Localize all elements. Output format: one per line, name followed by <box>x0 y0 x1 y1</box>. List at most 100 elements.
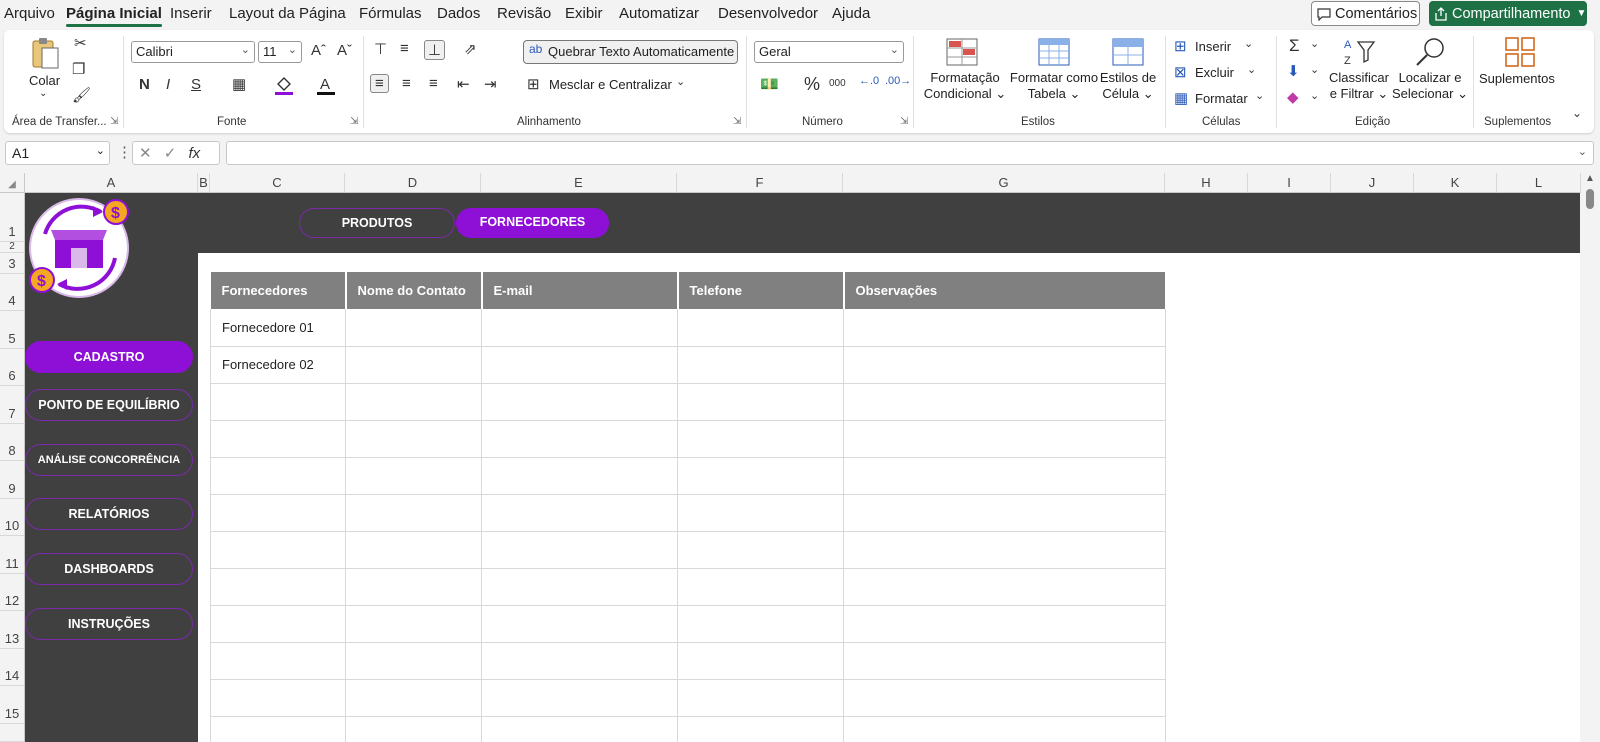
table-cell[interactable] <box>345 568 482 606</box>
clear-icon[interactable]: ◆ <box>1287 88 1299 106</box>
table-cell[interactable] <box>210 568 346 606</box>
worksheet[interactable]: $ $ PRODUTOS FORNECEDORES CADASTRO PONTO… <box>25 193 1580 742</box>
italic-button[interactable]: I <box>166 76 170 93</box>
table-cell[interactable] <box>677 679 844 717</box>
sort-filter-label[interactable]: Classificar e Filtrar ⌄ <box>1327 70 1391 102</box>
column-header-g[interactable]: G <box>843 173 1165 193</box>
row-header-13[interactable]: 13 <box>0 611 25 649</box>
nav-cadastro[interactable]: CADASTRO <box>25 341 193 373</box>
column-header-j[interactable]: J <box>1331 173 1414 193</box>
increase-indent-icon[interactable]: ⇥ <box>484 75 497 93</box>
menu-inserir[interactable]: Inserir <box>170 5 212 22</box>
font-launcher-icon[interactable]: ⇲ <box>350 116 358 127</box>
table-cell[interactable] <box>481 568 678 606</box>
table-cell[interactable] <box>677 531 844 569</box>
table-cell[interactable] <box>843 531 1166 569</box>
table-cell[interactable]: Fornecedore 02 <box>210 346 346 384</box>
table-cell[interactable] <box>210 605 346 643</box>
table-cell[interactable] <box>210 494 346 532</box>
conditional-format-label[interactable]: Formatação Condicional ⌄ <box>922 70 1008 102</box>
fill-color-icon[interactable] <box>274 74 294 96</box>
row-header-3[interactable]: 3 <box>0 253 25 274</box>
vertical-scrollbar[interactable]: ▲ <box>1581 173 1600 742</box>
table-cell[interactable] <box>843 568 1166 606</box>
table-cell[interactable] <box>210 383 346 421</box>
more-options-icon[interactable]: ⋮ <box>117 143 132 161</box>
table-cell[interactable] <box>345 346 482 384</box>
column-header-f[interactable]: F <box>677 173 843 193</box>
menu-automatizar[interactable]: Automatizar <box>619 5 699 22</box>
formula-input[interactable]: ⌄ <box>226 141 1594 165</box>
increase-font-icon[interactable]: Aˆ <box>311 42 326 59</box>
fill-icon[interactable]: ⬇ <box>1287 62 1300 80</box>
row-header-8[interactable]: 8 <box>0 424 25 461</box>
table-cell[interactable] <box>843 420 1166 458</box>
fill-dropdown-icon[interactable]: ⌄ <box>1310 63 1319 76</box>
table-cell[interactable] <box>481 457 678 495</box>
copy-icon[interactable]: ❐ <box>72 60 85 78</box>
sum-icon[interactable]: Σ <box>1289 36 1300 56</box>
table-cell[interactable] <box>843 679 1166 717</box>
menu-exibir[interactable]: Exibir <box>565 5 603 22</box>
table-cell[interactable] <box>210 642 346 680</box>
nav-relatorios[interactable]: RELATÓRIOS <box>25 498 193 530</box>
table-cell[interactable] <box>345 383 482 421</box>
align-top-icon[interactable]: ⊤ <box>374 40 387 58</box>
merge-dropdown-icon[interactable]: ⌄ <box>676 75 685 88</box>
row-header-9[interactable]: 9 <box>0 461 25 499</box>
column-header-c[interactable]: C <box>210 173 345 193</box>
nav-analise-concorrencia[interactable]: ANÁLISE CONCORRÊNCIA <box>25 444 193 476</box>
number-launcher-icon[interactable]: ⇲ <box>900 116 908 127</box>
row-header-2[interactable]: 2 <box>0 241 25 253</box>
increase-decimal-icon[interactable]: ←.0 <box>859 75 879 87</box>
chevron-down-icon[interactable]: ▼ <box>1576 8 1586 19</box>
format-cells-label[interactable]: Formatar <box>1195 91 1248 106</box>
addins-icon[interactable] <box>1504 36 1536 68</box>
table-cell[interactable] <box>677 605 844 643</box>
font-size-select[interactable]: 11 ⌄ <box>258 41 302 63</box>
borders-icon[interactable]: ▦ <box>232 75 246 93</box>
decrease-decimal-icon[interactable]: .00→ <box>885 75 911 87</box>
row-header-15[interactable]: 15 <box>0 686 25 724</box>
table-cell[interactable] <box>210 531 346 569</box>
name-box[interactable]: A1 ⌄ <box>5 141 110 165</box>
table-cell[interactable] <box>481 716 678 742</box>
insert-cells-label[interactable]: Inserir <box>1195 39 1231 54</box>
nav-dashboards[interactable]: DASHBOARDS <box>25 553 193 585</box>
decrease-indent-icon[interactable]: ⇤ <box>457 75 470 93</box>
column-header-cell[interactable]: Fornecedores <box>210 272 347 309</box>
conditional-format-icon[interactable] <box>946 38 978 66</box>
merge-icon[interactable]: ⊞ <box>527 75 540 93</box>
scroll-up-icon[interactable]: ▲ <box>1585 173 1595 184</box>
menu-desenvolvedor[interactable]: Desenvolvedor <box>718 5 818 22</box>
row-header-7[interactable]: 7 <box>0 386 25 424</box>
orientation-icon[interactable]: ⇗ <box>464 40 477 58</box>
table-cell[interactable] <box>481 383 678 421</box>
share-button[interactable]: Compartilhamento ▼ <box>1429 1 1587 26</box>
select-all-corner[interactable]: ◢ <box>0 173 25 193</box>
cell-styles-label[interactable]: Estilos de Célula ⌄ <box>1096 70 1160 102</box>
table-cell[interactable] <box>843 346 1166 384</box>
table-cell[interactable] <box>481 346 678 384</box>
table-cell[interactable] <box>345 494 482 532</box>
column-header-b[interactable]: B <box>198 173 210 193</box>
column-header-a[interactable]: A <box>25 173 198 193</box>
menu-pagina-inicial[interactable]: Página Inicial <box>66 5 162 27</box>
table-cell[interactable] <box>345 531 482 569</box>
table-cell[interactable] <box>843 642 1166 680</box>
font-name-select[interactable]: Calibri ⌄ <box>131 41 255 63</box>
collapse-ribbon-icon[interactable]: ⌄ <box>1572 106 1582 120</box>
clipboard-launcher-icon[interactable]: ⇲ <box>110 116 118 127</box>
insert-function-icon[interactable]: fx <box>189 145 201 162</box>
table-cell[interactable] <box>210 457 346 495</box>
currency-icon[interactable]: 💵 <box>760 75 779 93</box>
align-center-icon[interactable]: ≡ <box>402 75 411 92</box>
column-header-h[interactable]: H <box>1165 173 1248 193</box>
paste-dropdown-icon[interactable]: ⌄ <box>39 88 47 99</box>
align-left-icon[interactable]: ≡ <box>370 74 389 93</box>
nav-ponto-equilibrio[interactable]: PONTO DE EQUILÍBRIO <box>25 389 193 421</box>
table-cell[interactable] <box>345 457 482 495</box>
table-cell[interactable] <box>677 568 844 606</box>
decrease-font-icon[interactable]: Aˇ <box>337 42 352 59</box>
table-cell[interactable] <box>210 679 346 717</box>
